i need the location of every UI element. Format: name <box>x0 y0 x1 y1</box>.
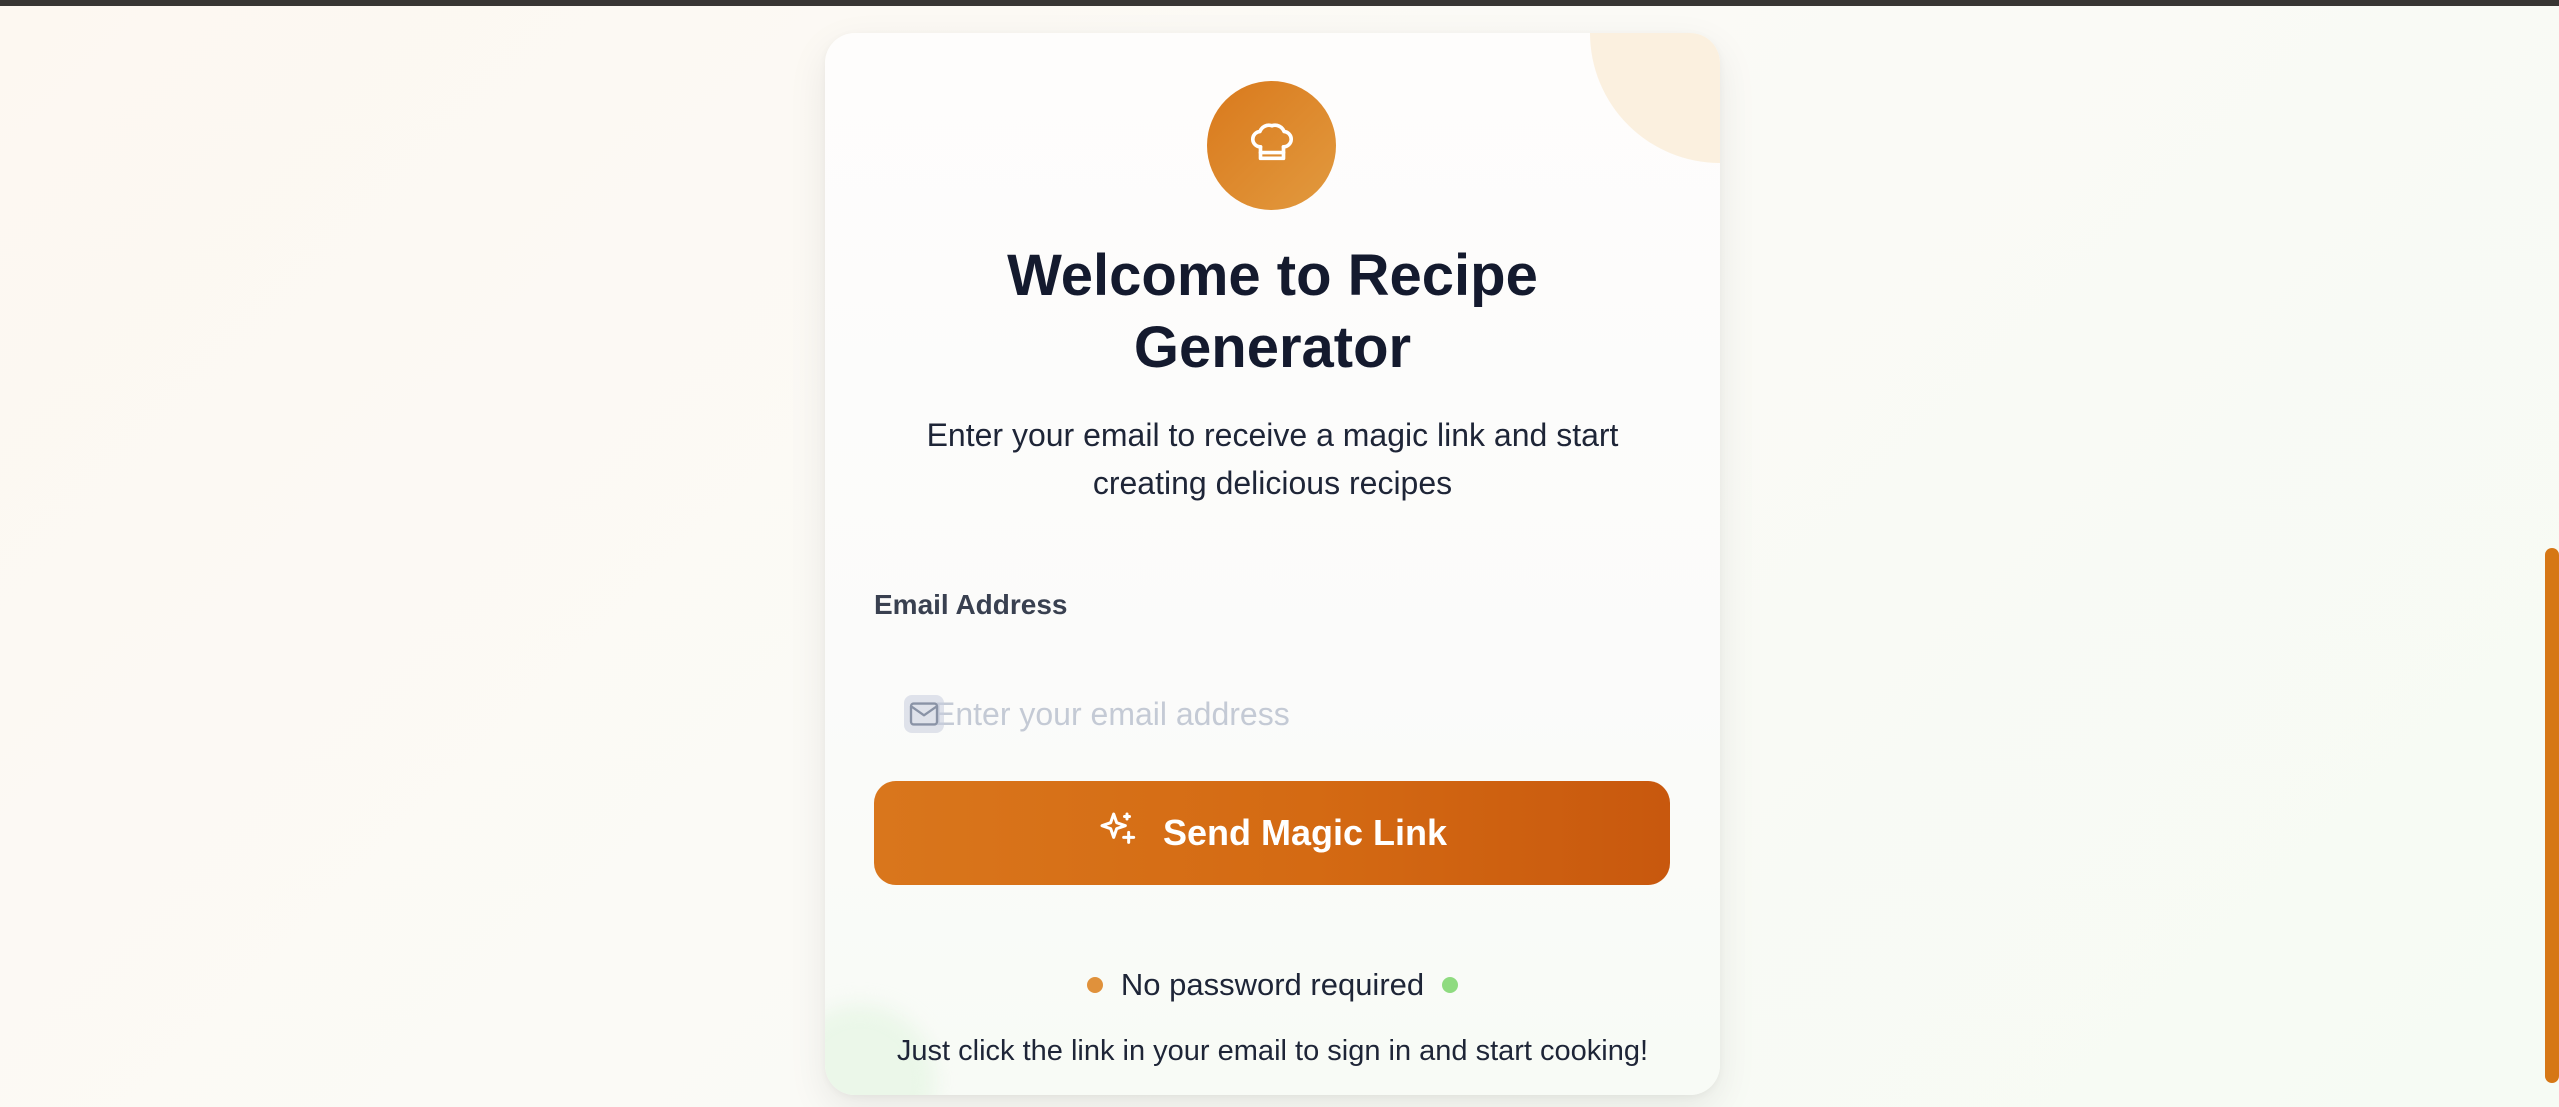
send-button-label: Send Magic Link <box>1162 812 1448 853</box>
hint-text: Just click the link in your email to sig… <box>896 1035 1649 1067</box>
green-dot-icon <box>1442 977 1459 993</box>
page-title: Welcome to Recipe Generator <box>1007 243 1538 380</box>
scrollbar-thumb[interactable] <box>2545 548 2559 1083</box>
email-input[interactable] <box>874 673 1670 755</box>
email-field-wrapper <box>874 673 1670 755</box>
email-label: Email Address <box>874 589 1068 620</box>
send-magic-link-button[interactable]: Send Magic Link <box>874 781 1670 885</box>
chef-hat-icon <box>1249 120 1295 171</box>
feature-text: No password required <box>1120 967 1425 1002</box>
sparkles-icon <box>1097 809 1137 858</box>
feature-row: No password required <box>825 967 1720 1003</box>
browser-top-bar <box>0 0 2559 6</box>
orange-dot-icon <box>1086 977 1103 993</box>
page-subtitle: Enter your email to receive a magic link… <box>926 417 1619 501</box>
app-logo <box>1207 81 1336 210</box>
mail-icon <box>904 695 944 733</box>
decorative-circle <box>1590 33 1720 163</box>
login-card: Welcome to Recipe Generator Enter your e… <box>825 33 1720 1095</box>
